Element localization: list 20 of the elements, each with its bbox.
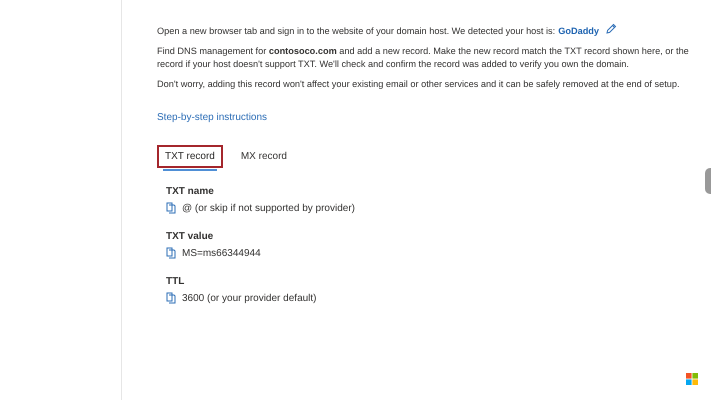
field-label: TXT value: [166, 231, 214, 242]
copy-icon[interactable]: [166, 202, 176, 214]
record-tab[interactable]: TXT record: [157, 145, 223, 168]
edit-icon[interactable]: [605, 23, 618, 35]
field-value: @ (or skip if not supported by provider): [182, 202, 356, 214]
step-by-step-link[interactable]: Step-by-step instructions: [157, 112, 268, 123]
field-label: TTL: [166, 276, 186, 287]
intro-text: Open a new browser tab and sign in to the website of your domain host. We detected your host is:: [157, 26, 556, 36]
field-value: MS=ms66344944: [182, 248, 261, 258]
field-label: TXT name: [166, 186, 215, 197]
copy-icon[interactable]: [166, 247, 176, 259]
instructions-text: Find DNS management for contosoco.com and add a new record. Make the new record match the TXT record shown here, or the: [157, 45, 690, 58]
windows-logo-icon: [686, 373, 698, 385]
scroll-handle[interactable]: [705, 168, 711, 194]
copy-icon[interactable]: [166, 292, 176, 304]
instructions-text: record if your host doesn't support TXT. We'll check and confirm the record was added to verify you own the domain.: [157, 58, 630, 71]
field-value: 3600 (or your provider default): [182, 292, 317, 304]
record-tab[interactable]: MX record: [232, 145, 295, 168]
reassurance-text: Don't worry, adding this record won't affect your existing email or other services and it can be safely removed at the end of setup.: [157, 78, 681, 91]
host-link[interactable]: GoDaddy: [558, 26, 600, 36]
